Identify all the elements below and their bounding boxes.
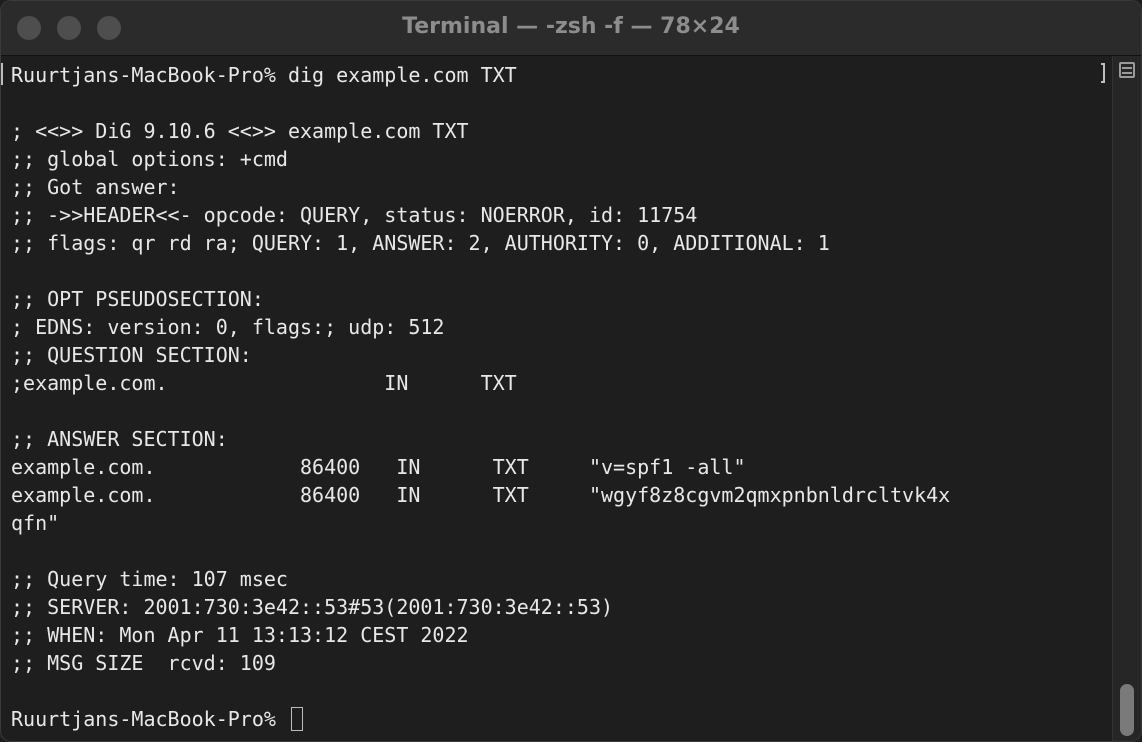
terminal-window: Terminal — -zsh -f — 78×24 Ruurtjans-Mac… [0, 0, 1142, 742]
scroll-thumb[interactable] [1120, 684, 1134, 736]
terminal-line: example.com. 86400 IN TXT "v=spf1 -all" [11, 455, 746, 479]
prompt-line[interactable]: Ruurtjans-MacBook-Pro% [11, 705, 303, 733]
terminal-line: ;; flags: qr rd ra; QUERY: 1, ANSWER: 2,… [11, 231, 830, 255]
terminal-line: Ruurtjans-MacBook-Pro% dig example.com T… [11, 63, 517, 87]
terminal-line: qfn" [11, 511, 60, 535]
terminal-line: ; <<>> DiG 9.10.6 <<>> example.com TXT [11, 119, 469, 143]
prompt-text: Ruurtjans-MacBook-Pro% [11, 707, 288, 731]
window-title: Terminal — -zsh -f — 78×24 [402, 14, 740, 39]
terminal-line: ;; global options: +cmd [11, 147, 288, 171]
terminal-line: example.com. 86400 IN TXT "wgyf8z8cgvm2q… [11, 483, 951, 507]
terminal-line: ; EDNS: version: 0, flags:; udp: 512 [11, 315, 445, 339]
title-bar[interactable]: Terminal — -zsh -f — 78×24 [1, 1, 1141, 56]
split-pane-icon[interactable] [1119, 62, 1135, 78]
terminal-line: ;; OPT PSEUDOSECTION: [11, 287, 264, 311]
scrollbar[interactable] [1112, 56, 1141, 741]
terminal-line: ;; MSG SIZE rcvd: 109 [11, 651, 276, 675]
text-cursor [290, 707, 303, 731]
terminal-line: ;; ANSWER SECTION: [11, 427, 228, 451]
terminal-output[interactable]: Ruurtjans-MacBook-Pro% dig example.com T… [1, 56, 1115, 741]
terminal-line: ;; QUESTION SECTION: [11, 343, 252, 367]
terminal-line: ;; ->>HEADER<<- opcode: QUERY, status: N… [11, 203, 698, 227]
terminal-line: ;; Got answer: [11, 175, 180, 199]
terminal-line: ;example.com. IN TXT [11, 371, 517, 395]
terminal-line: ;; WHEN: Mon Apr 11 13:13:12 CEST 2022 [11, 623, 469, 647]
terminal-line: ;; Query time: 107 msec [11, 567, 288, 591]
terminal-line: ;; SERVER: 2001:730:3e42::53#53(2001:730… [11, 595, 614, 619]
